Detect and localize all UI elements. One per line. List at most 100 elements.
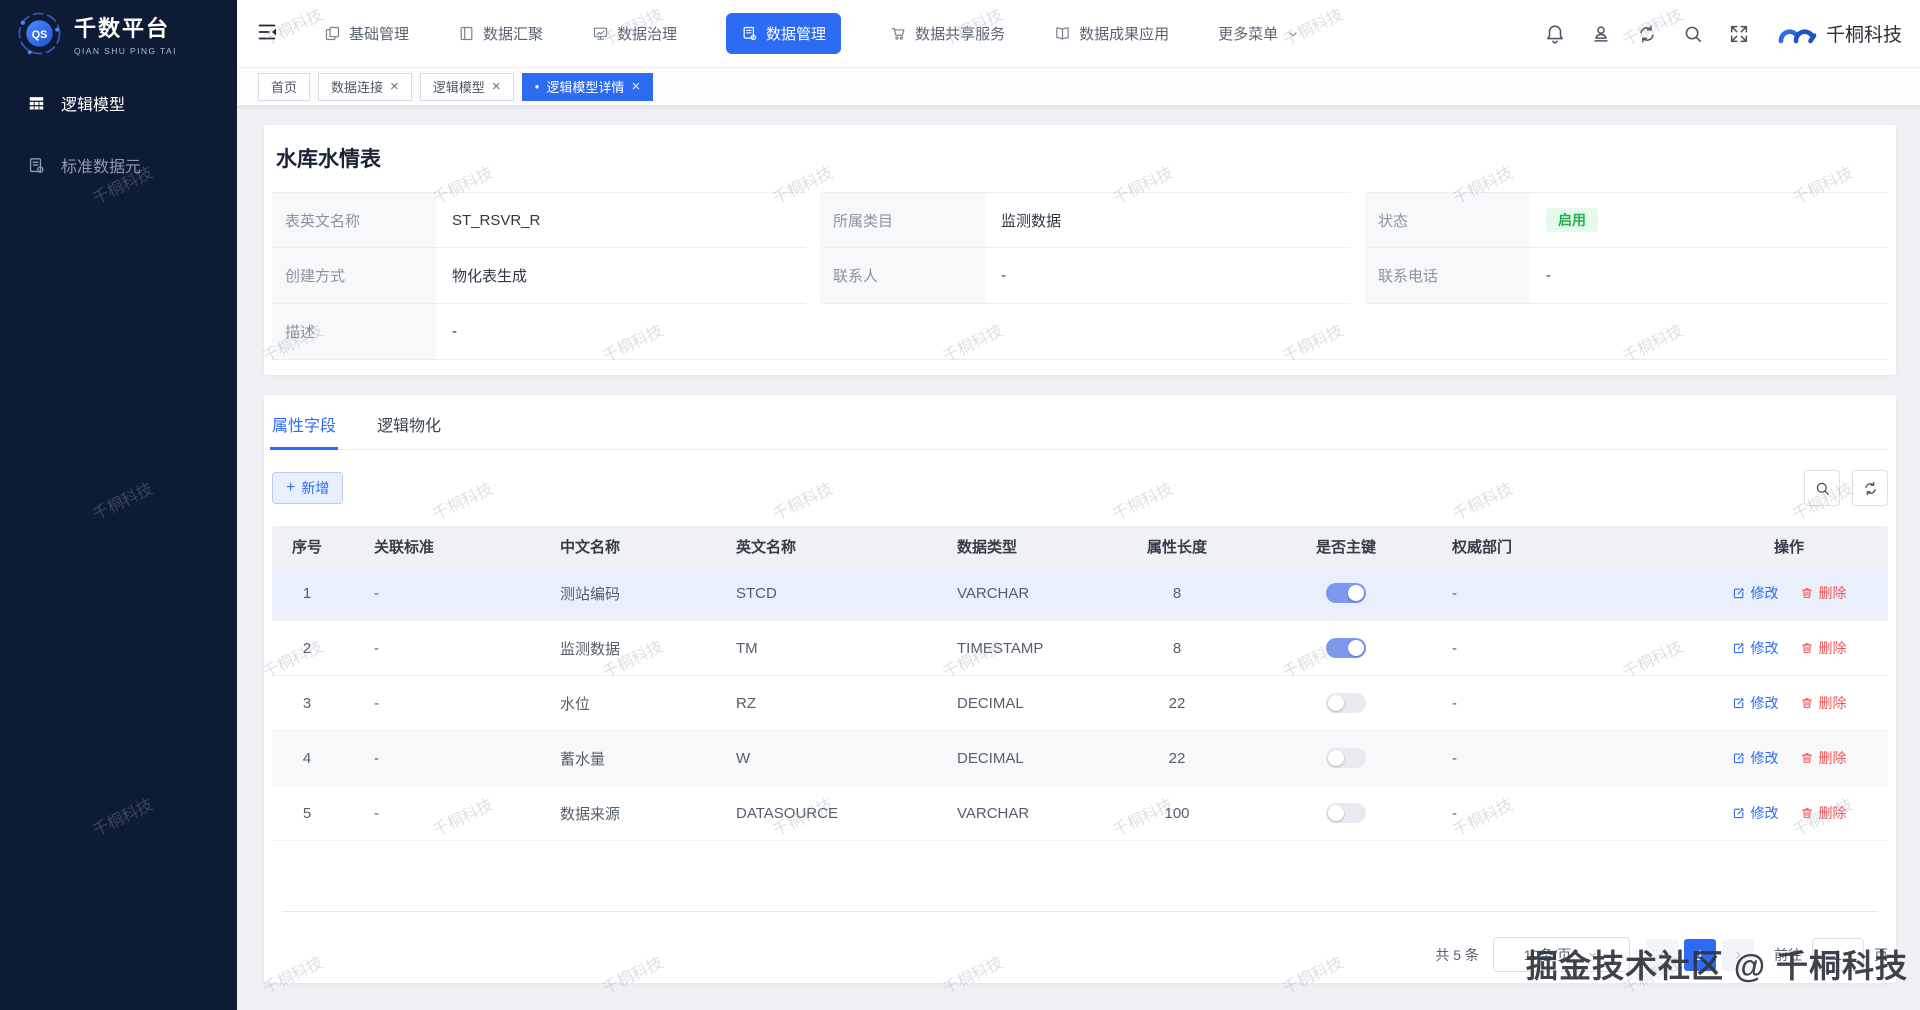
add-button[interactable]: + 新增 [272,472,343,504]
search-button[interactable] [1682,23,1704,45]
nav-item-6[interactable]: 更多菜单 [1218,23,1300,44]
nav-item-0[interactable]: 基础管理 [324,23,409,44]
primary-key-toggle[interactable] [1326,748,1366,768]
primary-key-toggle[interactable] [1326,638,1366,658]
goto-label: 前往 [1774,945,1802,965]
cell-length: 8 [1102,585,1252,602]
app-root: QS 千数平台 QIAN SHU PING TAI 逻辑模型标准数据元 基础管理… [0,0,1920,1010]
next-page-button[interactable] [1722,939,1754,971]
page-size-select[interactable]: 10条/页 [1493,937,1630,972]
nav-item-4[interactable]: 数据共享服务 [890,23,1005,44]
table-header: 序号关联标准中文名称英文名称数据类型属性长度是否主键权威部门操作 [272,526,1888,566]
cart-icon [890,25,907,42]
sidebar-item-1[interactable]: 标准数据元 [0,142,237,188]
tab-0[interactable]: 首页 [258,73,310,101]
field-label: 表英文名称 [272,192,436,248]
table-search-button[interactable] [1804,470,1840,506]
cell-en-name: RZ [702,695,922,712]
nav-item-label: 数据成果应用 [1079,23,1169,44]
tab-label: 逻辑模型 [433,77,485,96]
cell-primary-key [1252,803,1440,823]
brand-text: 千数平台 QIAN SHU PING TAI [74,11,177,56]
table-row[interactable]: 1-测站编码STCDVARCHAR8-修改删除 [272,566,1888,621]
nav-item-2[interactable]: 数据治理 [592,23,677,44]
field-label: 状态 [1365,192,1530,248]
edit-label: 修改 [1751,693,1779,713]
edit-link[interactable]: 修改 [1732,803,1779,823]
delete-link[interactable]: 删除 [1800,748,1847,768]
edit-link[interactable]: 修改 [1732,583,1779,603]
page-size-value: 10条/页 [1524,945,1571,965]
panel-tabs: 属性字段 逻辑物化 [272,395,1888,450]
column-header: 数据类型 [922,536,1102,557]
edit-link[interactable]: 修改 [1732,748,1779,768]
topbar-tools [1544,23,1750,45]
cell-actions: 修改 删除 [1690,693,1888,713]
trash-icon [1800,696,1814,710]
cell-no: 2 [272,640,342,657]
table-row[interactable]: 3-水位RZDECIMAL22-修改删除 [272,676,1888,731]
chevron-right-icon [1731,948,1745,962]
brand-name: 千数平台 [74,11,177,43]
cell-data-type: VARCHAR [922,805,1102,822]
expand-button[interactable] [1728,23,1750,45]
tab-1[interactable]: 数据连接 × [318,73,412,101]
goto-page-input[interactable] [1812,938,1864,971]
field-label: 创建方式 [272,248,436,304]
field-gap [806,248,820,304]
table-refresh-button[interactable] [1852,470,1888,506]
delete-link[interactable]: 删除 [1800,638,1847,658]
refresh-button[interactable] [1636,23,1658,45]
tab-label: 数据连接 [331,77,383,96]
trash-icon [1800,806,1814,820]
cell-cn-name: 水位 [522,693,702,714]
primary-key-toggle[interactable] [1326,693,1366,713]
cell-dept: - [1440,805,1690,822]
panel-tab-0[interactable]: 属性字段 [272,412,336,449]
brand[interactable]: QS 千数平台 QIAN SHU PING TAI [0,0,237,64]
total-count: 共 5 条 [1435,945,1479,965]
sidebar: QS 千数平台 QIAN SHU PING TAI 逻辑模型标准数据元 [0,0,237,1010]
edit-link[interactable]: 修改 [1732,638,1779,658]
chart-icon [592,25,609,42]
plus-icon: + [286,480,295,496]
sidebar-item-0[interactable]: 逻辑模型 [0,80,237,126]
search-icon [1682,23,1704,45]
column-header: 中文名称 [522,536,702,557]
current-page-button[interactable]: 1 [1684,939,1716,971]
user-button[interactable] [1590,23,1612,45]
edit-icon [1732,696,1746,710]
close-icon[interactable]: × [631,79,640,94]
panel-tab-1[interactable]: 逻辑物化 [377,412,441,449]
cell-dept: - [1440,640,1690,657]
field-value: - [1530,248,1888,304]
cell-length: 22 [1102,750,1252,767]
nav-item-1[interactable]: 数据汇聚 [458,23,543,44]
sidebar-collapse-button[interactable] [252,19,282,49]
delete-link[interactable]: 删除 [1800,803,1847,823]
close-icon[interactable]: × [390,79,399,94]
edit-icon [1732,751,1746,765]
user-icon [1590,23,1612,45]
edit-link[interactable]: 修改 [1732,693,1779,713]
close-icon[interactable]: × [492,79,501,94]
tab-2[interactable]: 逻辑模型 × [420,73,514,101]
bell-button[interactable] [1544,23,1566,45]
table-row[interactable]: 2-监测数据TMTIMESTAMP8-修改删除 [272,621,1888,676]
table-row[interactable]: 5-数据来源DATASOURCEVARCHAR100-修改删除 [272,786,1888,841]
cell-cn-name: 数据来源 [522,803,702,824]
nav-item-3[interactable]: 数据管理 [726,13,841,54]
main-nav: 基础管理 数据汇聚 数据治理 数据管理 数据共享服务 数据成果应用 更多菜单 [324,13,1300,54]
nav-item-5[interactable]: 数据成果应用 [1054,23,1169,44]
primary-key-toggle[interactable] [1326,803,1366,823]
delete-link[interactable]: 删除 [1800,583,1847,603]
cell-en-name: DATASOURCE [702,805,922,822]
cell-actions: 修改 删除 [1690,583,1888,603]
primary-key-toggle[interactable] [1326,583,1366,603]
cell-no: 1 [272,585,342,602]
delete-link[interactable]: 删除 [1800,693,1847,713]
table-row[interactable]: 4-蓄水量WDECIMAL22-修改删除 [272,731,1888,786]
tab-3[interactable]: ●逻辑模型详情× [522,73,654,101]
prev-page-button[interactable] [1646,939,1678,971]
cell-actions: 修改 删除 [1690,803,1888,823]
